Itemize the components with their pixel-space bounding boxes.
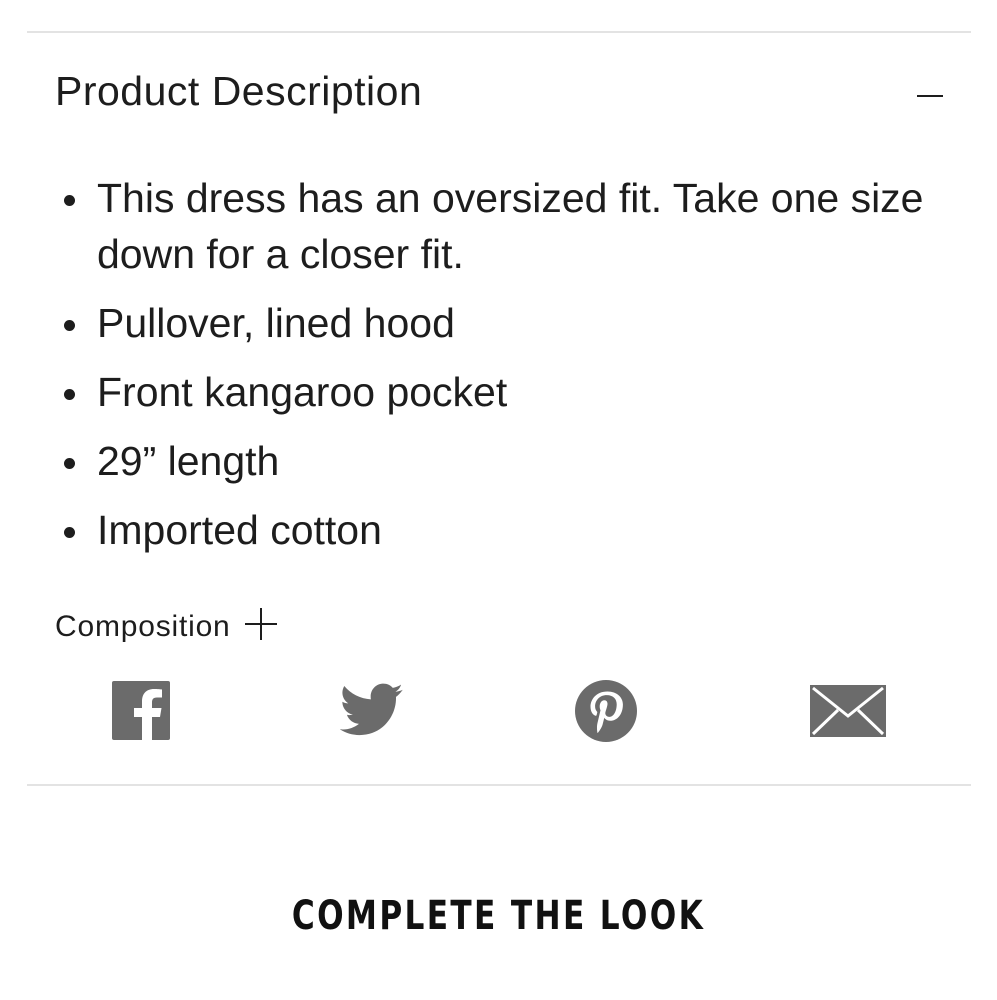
bullet-icon: [64, 527, 75, 538]
product-description-list: This dress has an oversized fit. Take on…: [55, 170, 945, 571]
bullet-text: Pullover, lined hood: [97, 300, 455, 346]
bullet-icon: [64, 195, 75, 206]
list-item: Pullover, lined hood: [55, 295, 945, 351]
list-item: 29” length: [55, 433, 945, 489]
list-item: Imported cotton: [55, 502, 945, 558]
bullet-text: 29” length: [97, 438, 280, 484]
bottom-divider: [27, 784, 971, 786]
pinterest-icon[interactable]: [575, 680, 637, 742]
composition-toggle[interactable]: Composition: [55, 602, 277, 652]
product-description-toggle[interactable]: Product Description: [55, 62, 945, 132]
bullet-text: This dress has an oversized fit. Take on…: [97, 175, 924, 277]
bullet-icon: [64, 389, 75, 400]
twitter-icon[interactable]: [340, 683, 404, 737]
bullet-icon: [64, 458, 75, 469]
composition-label: Composition: [55, 610, 231, 643]
complete-the-look-heading: COMPLETE THE LOOK: [291, 893, 706, 939]
plus-icon[interactable]: [244, 608, 277, 640]
product-description-title: Product Description: [55, 68, 423, 114]
bullet-icon: [64, 320, 75, 331]
list-item: Front kangaroo pocket: [55, 364, 945, 420]
facebook-icon[interactable]: [112, 681, 170, 740]
email-icon[interactable]: [810, 685, 886, 737]
minus-icon[interactable]: [917, 95, 943, 97]
top-divider: [27, 31, 971, 33]
list-item: This dress has an oversized fit. Take on…: [55, 170, 945, 282]
bullet-text: Front kangaroo pocket: [97, 369, 508, 415]
bullet-text: Imported cotton: [97, 507, 382, 553]
